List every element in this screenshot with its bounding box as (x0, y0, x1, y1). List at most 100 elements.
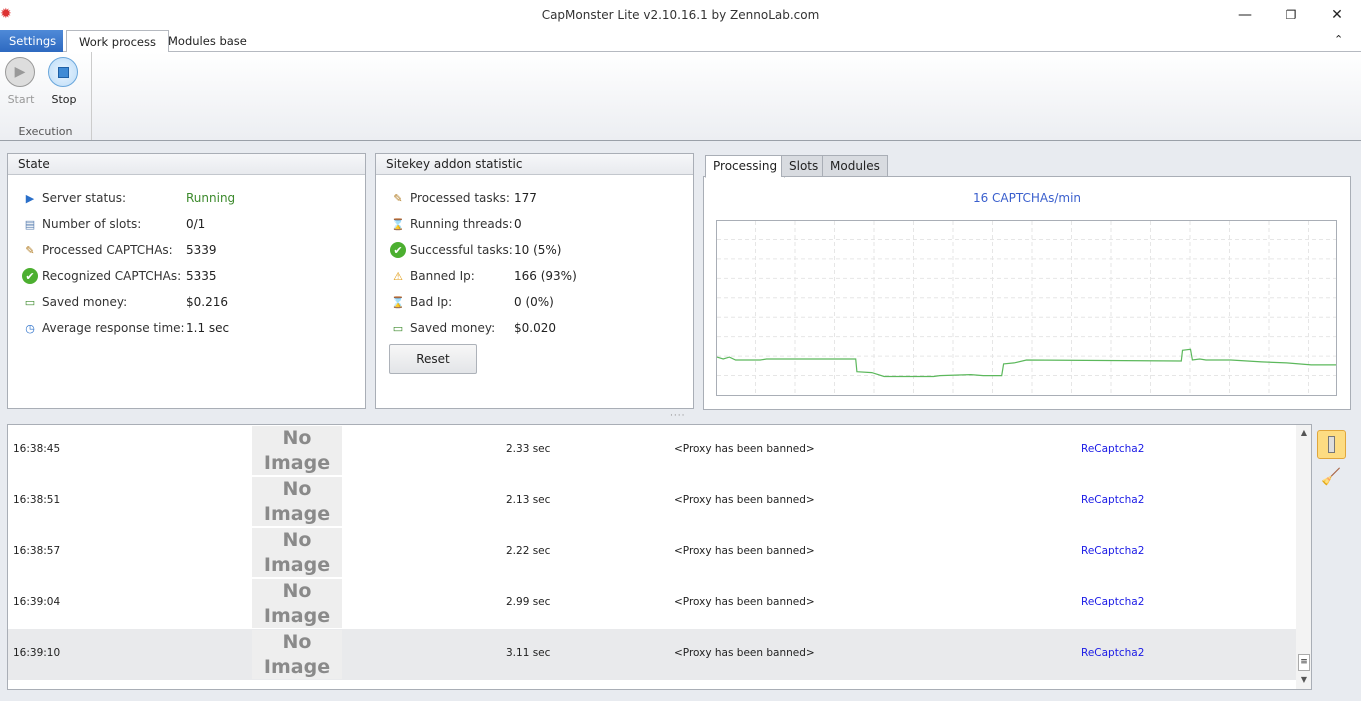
stat-label: Running threads: (410, 217, 513, 231)
stat-row: ✎ Processed tasks: 177 (390, 189, 537, 207)
play-circle-icon: ▶ (25, 191, 35, 205)
stat-label: Recognized CAPTCHAs: (42, 269, 182, 283)
stat-row: ✔ Recognized CAPTCHAs: 5335 (22, 267, 217, 285)
log-time: 16:38:51 (13, 494, 61, 506)
log-message: <Proxy has been banned> (674, 494, 815, 506)
stat-value: 5335 (186, 269, 217, 283)
scroll-down-icon[interactable]: ▼ (1296, 675, 1311, 684)
maximize-button[interactable]: ❐ (1268, 4, 1314, 26)
log-duration: 2.33 sec (506, 443, 551, 455)
captcha-image-placeholder: No Image (252, 477, 342, 526)
notepad-icon: ✎ (25, 243, 35, 257)
clear-log-button[interactable]: 🧹 (1321, 467, 1341, 486)
stat-value: 0 (0%) (514, 295, 554, 309)
tab-modules-base[interactable]: Modules base (156, 30, 259, 52)
money-icon: ▭ (24, 295, 36, 309)
slots-icon: ▤ (24, 217, 36, 231)
log-time: 16:39:10 (13, 647, 61, 659)
plot-area (716, 220, 1337, 396)
money-icon: ▭ (392, 321, 404, 335)
title-bar: ✹ CapMonster Lite v2.10.16.1 by ZennoLab… (0, 0, 1361, 30)
scroll-up-icon[interactable]: ▲ (1296, 428, 1311, 437)
window-title: CapMonster Lite v2.10.16.1 by ZennoLab.c… (541, 8, 820, 22)
log-captcha-type: ReCaptcha2 (1081, 647, 1145, 659)
stat-row: ▭ Saved money: $0.020 (390, 319, 556, 337)
stat-row: ▶ Server status: Running (22, 189, 235, 207)
stat-label: Successful tasks: (410, 243, 513, 257)
collapse-ribbon-button[interactable]: ⌃ (1334, 33, 1343, 46)
sitekey-title: Sitekey addon statistic (376, 154, 693, 175)
log-message: <Proxy has been banned> (674, 647, 815, 659)
scroll-icon (1328, 436, 1335, 453)
log-duration: 2.99 sec (506, 596, 551, 608)
tab-modules[interactable]: Modules (822, 155, 888, 177)
splitter-handle[interactable]: ···· (670, 411, 685, 421)
minimize-button[interactable]: — (1222, 4, 1268, 26)
stat-value: 1.1 sec (186, 321, 230, 335)
ribbon-tabs: Settings Work process Modules base ⌃ (0, 30, 1361, 53)
hourglass-icon: ⌛ (391, 217, 405, 231)
log-message: <Proxy has been banned> (674, 443, 815, 455)
state-title: State (8, 154, 365, 175)
stop-button[interactable]: Stop (48, 57, 80, 106)
stop-label: Stop (51, 93, 77, 106)
start-label: Start (7, 93, 35, 106)
tab-settings[interactable]: Settings (0, 30, 63, 52)
captcha-image-placeholder: No Image (252, 528, 342, 577)
log-row[interactable]: 16:38:57 No Image 2.22 sec <Proxy has been … (8, 527, 1296, 578)
log-duration: 2.13 sec (506, 494, 551, 506)
scroll-thumb[interactable]: ≡ (1298, 654, 1310, 671)
stat-label: Processed tasks: (410, 191, 510, 205)
tab-work-process[interactable]: Work process (66, 30, 169, 53)
stat-value: $0.020 (514, 321, 556, 335)
stat-row: ◷ Average response time: 1.1 sec (22, 319, 229, 337)
log-time: 16:39:04 (13, 596, 61, 608)
stat-label: Banned Ip: (410, 269, 475, 283)
ribbon: ▶ Start Stop Execution (0, 52, 1361, 141)
stat-label: Processed CAPTCHAs: (42, 243, 173, 257)
stat-value: 177 (514, 191, 537, 205)
stat-row: ▭ Saved money: $0.216 (22, 293, 228, 311)
log-time: 16:38:45 (13, 443, 61, 455)
log-scrollbar[interactable]: ▲ ≡ ▼ (1296, 425, 1311, 689)
stat-value: 10 (5%) (514, 243, 562, 257)
chart-title: 16 CAPTCHAs/min (972, 191, 1082, 205)
stat-label: Saved money: (410, 321, 496, 335)
notepad-icon: ✎ (393, 191, 403, 205)
stat-label: Saved money: (42, 295, 128, 309)
rate-chart (716, 220, 1337, 396)
log-row[interactable]: 16:38:45 No Image 2.33 sec <Proxy has been … (8, 425, 1296, 476)
stat-row: ⚠ Banned Ip: 166 (93%) (390, 267, 577, 285)
stat-row: ▤ Number of slots: 0/1 (22, 215, 206, 233)
state-panel: State ▶ Server status: Running ▤ Number of s… (7, 153, 366, 409)
log-row[interactable]: 16:38:51 No Image 2.13 sec <Proxy has been … (8, 476, 1296, 527)
reset-button[interactable]: Reset (389, 344, 477, 374)
captcha-image-placeholder: No Image (252, 579, 342, 628)
sitekey-panel: Sitekey addon statistic ✎ Processed tasks… (375, 153, 694, 409)
stat-value: $0.216 (186, 295, 228, 309)
stat-label: Number of slots: (42, 217, 142, 231)
check-icon: ✔ (22, 268, 38, 284)
stat-row: ✎ Processed CAPTCHAs: 5339 (22, 241, 216, 259)
log-captcha-type: ReCaptcha2 (1081, 596, 1145, 608)
stat-value: Running (186, 191, 236, 205)
close-button[interactable]: ✕ (1314, 4, 1360, 26)
stop-icon (48, 57, 78, 87)
log-captcha-type: ReCaptcha2 (1081, 443, 1145, 455)
stat-row: ⌛ Running threads: 0 (390, 215, 522, 233)
clock-icon: ◷ (25, 321, 35, 335)
log-time: 16:38:57 (13, 545, 61, 557)
log-message: <Proxy has been banned> (674, 596, 815, 608)
autoscroll-toggle-button[interactable] (1317, 430, 1346, 459)
tab-slots[interactable]: Slots (781, 155, 827, 177)
stat-value: 5339 (186, 243, 217, 257)
tab-processing[interactable]: Processing (705, 155, 786, 178)
start-button[interactable]: ▶ Start (5, 57, 37, 106)
broom-icon: 🧹 (1321, 467, 1341, 486)
log-duration: 3.11 sec (506, 647, 551, 659)
log-row[interactable]: 16:39:10 No Image 3.11 sec <Proxy has been … (8, 629, 1296, 680)
log-row[interactable]: 16:39:04 No Image 2.99 sec <Proxy has been … (8, 578, 1296, 629)
stat-value: 166 (93%) (514, 269, 577, 283)
execution-group-label: Execution (18, 125, 73, 138)
check-icon: ✔ (390, 242, 406, 258)
